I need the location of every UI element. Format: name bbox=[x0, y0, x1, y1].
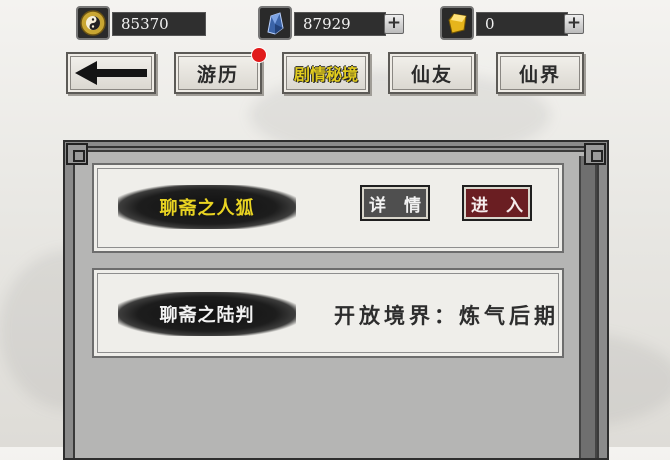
crystal-amount: 87929 bbox=[294, 12, 386, 36]
enter-button-label: 进 入 bbox=[471, 195, 529, 216]
currency-coin: 85370 bbox=[76, 6, 206, 40]
back-button[interactable] bbox=[66, 52, 156, 94]
back-arrow-icon bbox=[75, 61, 147, 85]
frame-corner-ornament bbox=[66, 143, 88, 165]
notification-badge bbox=[252, 48, 266, 62]
details-button-label: 详 情 bbox=[369, 195, 427, 216]
dungeon-name-banner: 聊斋之人狐 bbox=[118, 185, 296, 229]
frame-corner-ornament bbox=[584, 143, 606, 165]
gold-ingot-icon bbox=[440, 6, 474, 40]
tab-travel-label: 游历 bbox=[196, 63, 239, 86]
add-gold-button[interactable]: + bbox=[564, 14, 584, 34]
tab-immortal-world-label: 仙界 bbox=[518, 63, 561, 86]
currency-crystal: 87929 + bbox=[258, 6, 408, 40]
gold-amount: 0 bbox=[476, 12, 568, 36]
bagua-coin-icon bbox=[76, 6, 110, 40]
tab-immortal-friends[interactable]: 仙友 bbox=[388, 52, 476, 94]
coin-amount: 85370 bbox=[112, 12, 206, 36]
tab-story-realm[interactable]: 剧情秘境 bbox=[282, 52, 370, 94]
tab-immortal-friends-label: 仙友 bbox=[410, 63, 453, 86]
dungeon-name: 聊斋之人狐 bbox=[159, 198, 255, 219]
enter-button[interactable]: 进 入 bbox=[462, 185, 532, 221]
tab-story-realm-label: 剧情秘境 bbox=[293, 65, 358, 84]
dungeon-entry: 聊斋之陆判 开放境界：炼气后期 bbox=[92, 268, 564, 358]
dungeon-name: 聊斋之陆判 bbox=[159, 305, 255, 326]
tab-immortal-world[interactable]: 仙界 bbox=[496, 52, 584, 94]
list-scrollbar[interactable] bbox=[579, 156, 597, 458]
dungeon-name-banner: 聊斋之陆判 bbox=[118, 292, 296, 336]
unlock-requirement: 开放境界：炼气后期 bbox=[334, 303, 559, 328]
blue-crystal-icon bbox=[258, 6, 292, 40]
tab-travel[interactable]: 游历 bbox=[174, 48, 266, 94]
dungeon-entry: 聊斋之人狐 详 情 进 入 bbox=[92, 163, 564, 253]
currency-gold: 0 + bbox=[440, 6, 590, 40]
add-crystal-button[interactable]: + bbox=[384, 14, 404, 34]
details-button[interactable]: 详 情 bbox=[360, 185, 430, 221]
